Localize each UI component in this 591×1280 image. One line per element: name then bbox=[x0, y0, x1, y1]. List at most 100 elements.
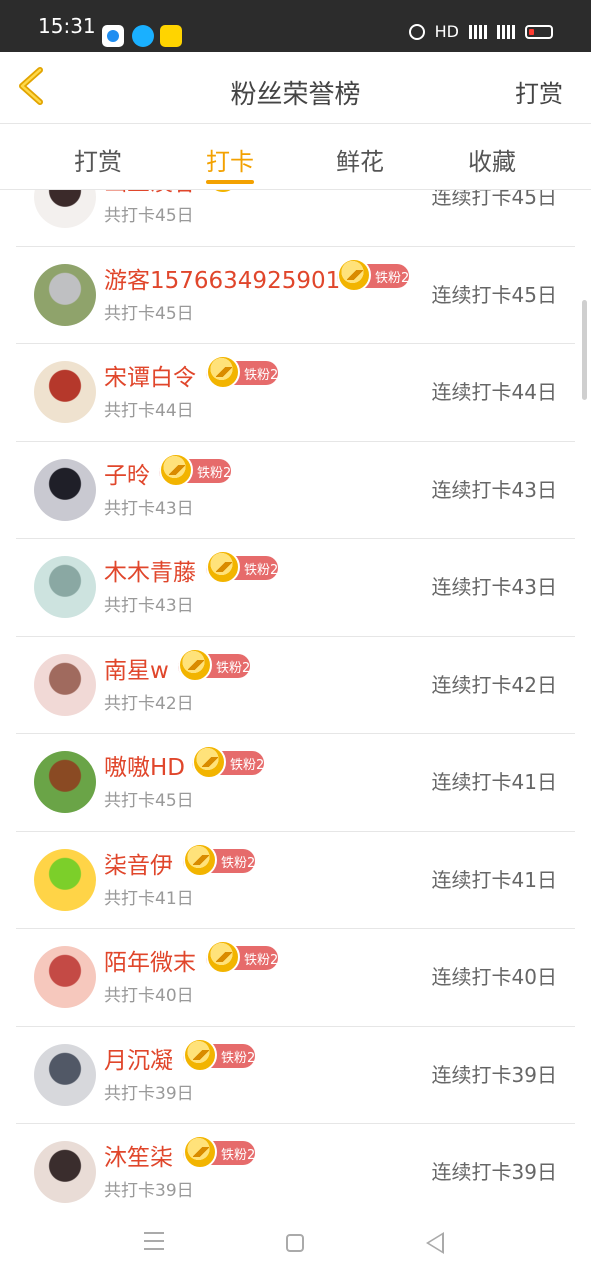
crown-icon bbox=[183, 1037, 217, 1072]
streak-days: 连续打卡40日 bbox=[431, 965, 557, 989]
reward-button[interactable]: 打赏 bbox=[515, 74, 563, 109]
list-item[interactable]: 沐笙柒 铁粉2 共打卡39日 连续打卡39日 bbox=[0, 1124, 591, 1208]
avatar[interactable] bbox=[34, 190, 96, 228]
tab-checkin[interactable]: 打卡 bbox=[170, 142, 290, 177]
system-nav-bar bbox=[0, 1208, 591, 1280]
back-triangle-icon[interactable] bbox=[426, 1232, 444, 1254]
qq-app-icon bbox=[132, 25, 154, 47]
avatar[interactable] bbox=[34, 653, 96, 716]
list-item[interactable]: 游客1576634925901 铁粉2 共打卡45日 连续打卡45日 bbox=[0, 247, 591, 344]
crown-icon bbox=[337, 257, 371, 292]
fan-level-badge: 铁粉2 bbox=[159, 452, 231, 487]
user-name[interactable]: 陌年微末 bbox=[104, 943, 196, 977]
user-name[interactable]: 南星w bbox=[104, 651, 169, 685]
streak-days: 连续打卡45日 bbox=[431, 282, 557, 307]
streak-days: 连续打卡43日 bbox=[431, 575, 557, 599]
fan-level-badge: 铁粉2 bbox=[206, 940, 279, 974]
avatar[interactable] bbox=[34, 263, 96, 326]
list-item[interactable]: 木木青藤 铁粉2 共打卡43日 连续打卡43日 bbox=[0, 539, 591, 637]
avatar[interactable] bbox=[34, 458, 96, 521]
user-name[interactable]: 月沉凝 bbox=[104, 1041, 173, 1075]
streak-days: 连续打卡41日 bbox=[431, 770, 557, 794]
status-indicators: HD bbox=[408, 22, 553, 41]
tab-bar: 打赏 打卡 鲜花 收藏 bbox=[0, 124, 591, 190]
user-name[interactable]: 游客1576634925901 bbox=[104, 261, 340, 295]
list-item[interactable]: 幽兰溪谷 铁粉2 共打卡45日 连续打卡45日 bbox=[0, 190, 591, 247]
avatar[interactable] bbox=[34, 361, 96, 423]
avatar[interactable] bbox=[34, 751, 96, 813]
avatar[interactable] bbox=[34, 848, 96, 911]
avatar[interactable] bbox=[34, 556, 96, 618]
user-name[interactable]: 木木青藤 bbox=[104, 553, 196, 587]
total-checkins: 共打卡45日 bbox=[104, 303, 194, 324]
menu-icon[interactable] bbox=[144, 1232, 164, 1250]
list-item[interactable]: 柒音伊 铁粉2 共打卡41日 连续打卡41日 bbox=[0, 832, 591, 929]
list-item[interactable]: 嗷嗷HD 铁粉2 共打卡45日 连续打卡41日 bbox=[0, 734, 591, 832]
crown-icon bbox=[206, 940, 240, 974]
tab-flowers[interactable]: 鲜花 bbox=[300, 142, 420, 177]
streak-days: 连续打卡45日 bbox=[431, 190, 557, 209]
user-name[interactable]: 嗷嗷HD bbox=[104, 748, 185, 782]
total-checkins: 共打卡45日 bbox=[104, 206, 194, 226]
crown-icon bbox=[183, 1135, 217, 1169]
tab-favorites[interactable]: 收藏 bbox=[432, 142, 552, 177]
crown-icon bbox=[206, 550, 240, 584]
crown-icon bbox=[178, 647, 212, 682]
total-checkins: 共打卡39日 bbox=[104, 1083, 194, 1104]
avatar[interactable] bbox=[34, 1141, 96, 1203]
badge-label: 铁粉2 bbox=[244, 368, 279, 383]
header: 粉丝荣誉榜 打赏 bbox=[0, 52, 591, 124]
total-checkins: 共打卡44日 bbox=[104, 401, 194, 421]
badge-label: 铁粉2 bbox=[230, 758, 265, 773]
alarm-icon bbox=[408, 23, 425, 40]
status-bar: 15:31 HD bbox=[0, 0, 591, 52]
fan-level-badge: 铁粉2 bbox=[337, 257, 410, 292]
badge-label: 铁粉2 bbox=[244, 953, 279, 968]
total-checkins: 共打卡43日 bbox=[104, 498, 194, 519]
scrollbar[interactable] bbox=[582, 300, 587, 400]
badge-label: 铁粉2 bbox=[375, 270, 410, 286]
streak-days: 连续打卡43日 bbox=[431, 477, 557, 502]
total-checkins: 共打卡45日 bbox=[104, 791, 194, 811]
list-item[interactable]: 南星w 铁粉2 共打卡42日 连续打卡42日 bbox=[0, 637, 591, 734]
streak-days: 连续打卡41日 bbox=[431, 867, 557, 892]
status-time: 15:31 bbox=[38, 14, 96, 38]
crown-icon bbox=[206, 190, 240, 194]
signal-icon bbox=[469, 24, 487, 39]
streak-days: 连续打卡44日 bbox=[431, 380, 557, 404]
active-tab-indicator bbox=[206, 180, 254, 184]
tab-reward[interactable]: 打赏 bbox=[38, 142, 158, 177]
fan-level-badge: 铁粉2 bbox=[178, 647, 251, 682]
fan-level-badge: 铁粉2 bbox=[183, 1135, 256, 1169]
ranking-list[interactable]: 幽兰溪谷 铁粉2 共打卡45日 连续打卡45日 游客1576634925901 … bbox=[0, 190, 591, 1208]
badge-label: 铁粉2 bbox=[221, 855, 256, 871]
avatar[interactable] bbox=[34, 1043, 96, 1106]
user-name[interactable]: 柒音伊 bbox=[104, 846, 173, 880]
user-name[interactable]: 幽兰溪谷 bbox=[104, 190, 196, 197]
list-item[interactable]: 月沉凝 铁粉2 共打卡39日 连续打卡39日 bbox=[0, 1027, 591, 1124]
streak-days: 连续打卡39日 bbox=[431, 1160, 557, 1184]
battery-icon bbox=[525, 24, 553, 39]
crown-icon bbox=[206, 355, 240, 389]
badge-label: 铁粉2 bbox=[221, 1148, 256, 1163]
crown-icon bbox=[192, 745, 226, 779]
fan-level-badge: 铁粉2 bbox=[183, 842, 256, 877]
badge-label: 铁粉2 bbox=[244, 563, 279, 578]
fan-level-badge: 铁粉2 bbox=[192, 745, 265, 779]
avatar[interactable] bbox=[34, 946, 96, 1008]
signal-icon-2 bbox=[497, 24, 515, 39]
user-name[interactable]: 沐笙柒 bbox=[104, 1138, 173, 1172]
home-icon[interactable] bbox=[286, 1234, 304, 1252]
user-name[interactable]: 宋谭白令 bbox=[104, 358, 196, 392]
total-checkins: 共打卡43日 bbox=[104, 596, 194, 616]
list-item[interactable]: 子昤 铁粉2 共打卡43日 连续打卡43日 bbox=[0, 442, 591, 539]
badge-label: 铁粉2 bbox=[216, 660, 251, 676]
browser-app-icon bbox=[102, 25, 124, 47]
list-item[interactable]: 陌年微末 铁粉2 共打卡40日 连续打卡40日 bbox=[0, 929, 591, 1027]
fan-level-badge: 铁粉2 bbox=[206, 355, 279, 389]
streak-days: 连续打卡39日 bbox=[431, 1062, 557, 1087]
crown-icon bbox=[159, 452, 193, 487]
list-item[interactable]: 宋谭白令 铁粉2 共打卡44日 连续打卡44日 bbox=[0, 344, 591, 442]
streak-days: 连续打卡42日 bbox=[431, 672, 557, 697]
user-name[interactable]: 子昤 bbox=[104, 456, 150, 490]
